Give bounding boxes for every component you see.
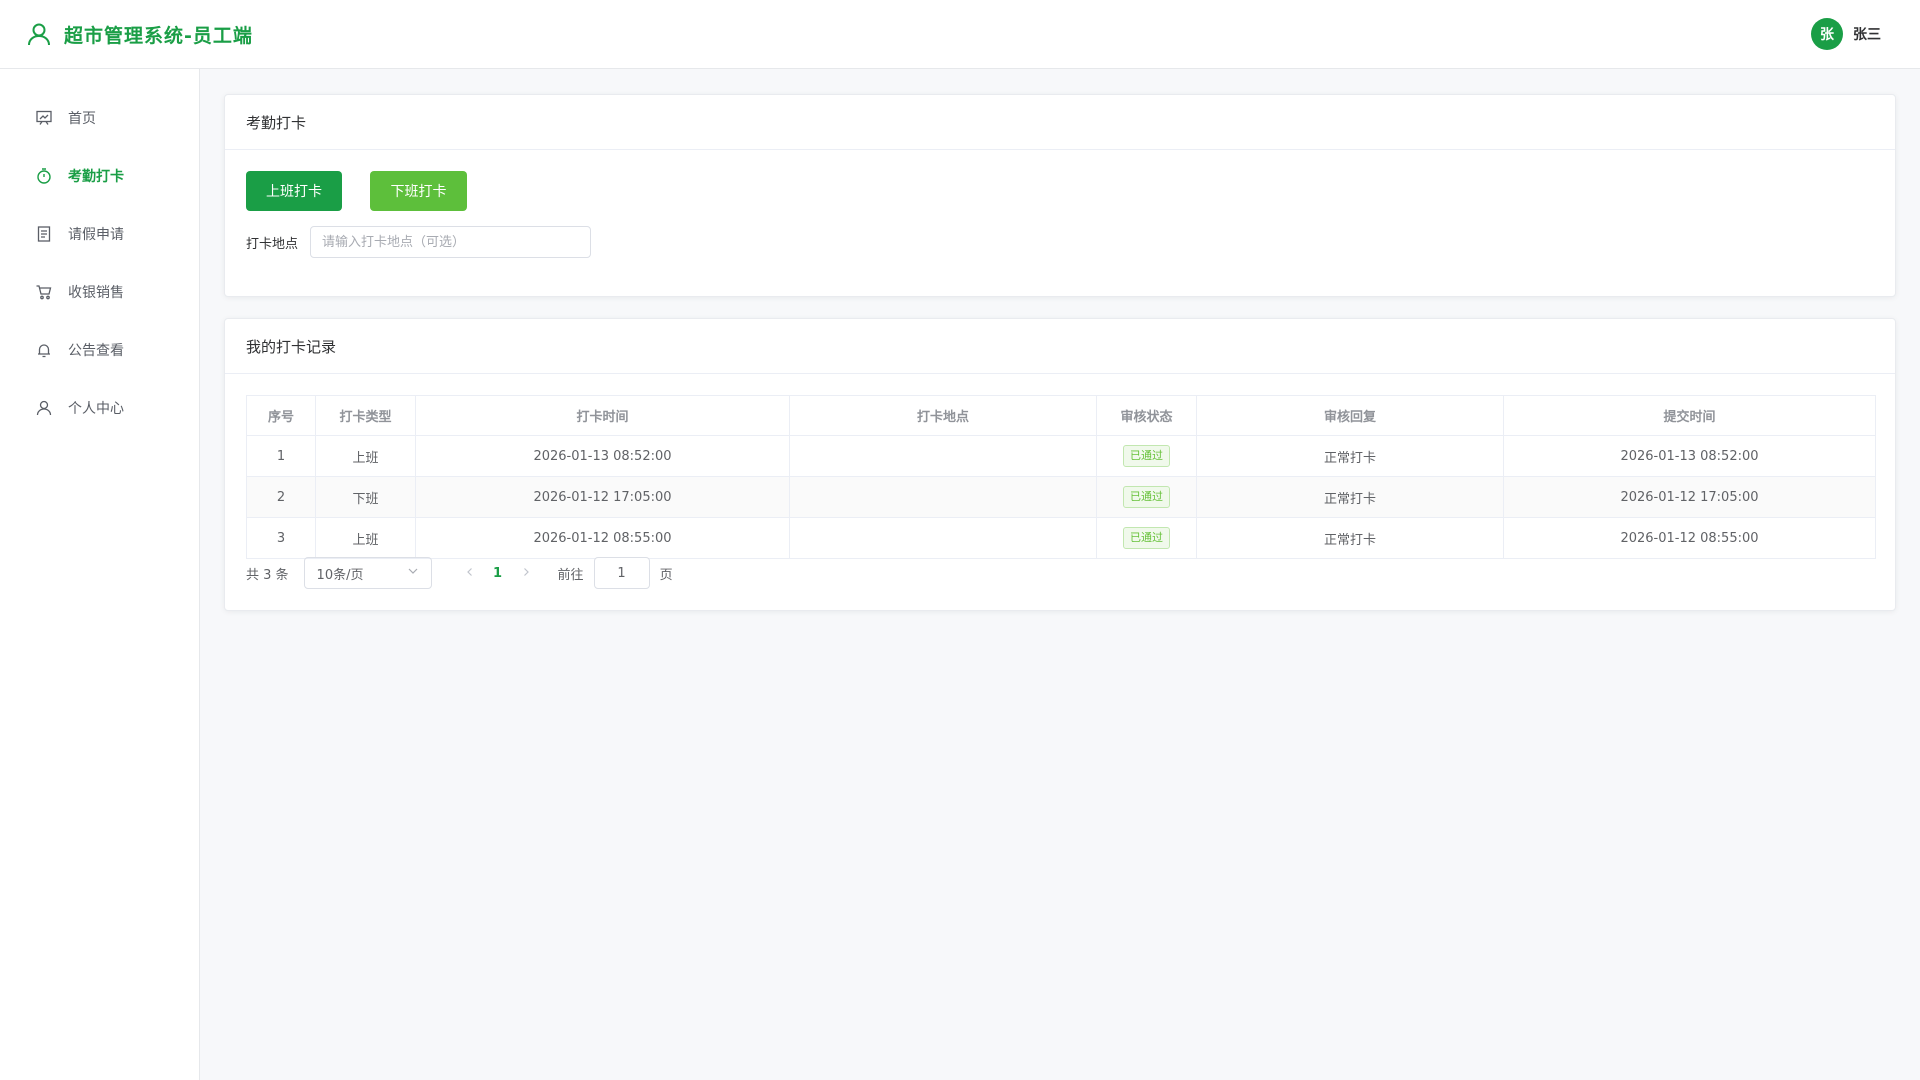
user-menu[interactable]: 张 张三	[1811, 18, 1881, 50]
col-type: 打卡类型	[315, 395, 416, 436]
cell-type: 下班	[315, 476, 416, 518]
cell-type: 上班	[315, 435, 416, 477]
clock-in-button[interactable]: 上班打卡	[246, 171, 342, 211]
stopwatch-icon	[35, 167, 53, 185]
page-number[interactable]: 1	[484, 566, 512, 581]
presentation-board-icon	[35, 109, 53, 127]
sidebar-item-attendance[interactable]: 考勤打卡	[0, 147, 199, 205]
sidebar-item-label: 首页	[68, 111, 96, 127]
sidebar-item-label: 请假申请	[68, 227, 124, 243]
goto-page-input[interactable]	[593, 557, 650, 589]
user-icon	[35, 399, 53, 417]
app-title: 超市管理系统-员工端	[64, 24, 253, 47]
col-submitted: 提交时间	[1503, 395, 1876, 436]
records-table: 序号 打卡类型 打卡时间 打卡地点 审核状态 审核回复 提交时间 1 上班 20…	[246, 395, 1876, 559]
page-size-value: 10条/页	[316, 567, 364, 583]
status-badge: 已通过	[1123, 527, 1170, 549]
cell-status: 已通过	[1096, 517, 1197, 559]
cell-index: 2	[246, 476, 316, 518]
bell-icon	[35, 341, 53, 359]
sidebar: 首页 考勤打卡 请假申请 收银销售 公告查看 个人中心	[0, 69, 200, 1080]
brand: 超市管理系统-员工端	[26, 21, 253, 48]
sidebar-item-notice[interactable]: 公告查看	[0, 321, 199, 379]
sidebar-item-profile[interactable]: 个人中心	[0, 379, 199, 437]
col-location: 打卡地点	[789, 395, 1097, 436]
pagination: 共 3 条 10条/页 1 前往 页	[246, 557, 673, 589]
records-card-title: 我的打卡记录	[225, 319, 1895, 374]
cell-submitted: 2026-01-12 17:05:00	[1503, 476, 1876, 518]
pagination-total: 共 3 条	[246, 567, 289, 583]
chevron-down-icon	[407, 565, 419, 581]
table-header-row: 序号 打卡类型 打卡时间 打卡地点 审核状态 审核回复 提交时间	[246, 395, 1876, 436]
shopping-cart-icon	[35, 283, 53, 301]
cell-reply: 正常打卡	[1196, 476, 1504, 518]
sidebar-item-label: 考勤打卡	[68, 169, 124, 185]
avatar[interactable]: 张	[1811, 18, 1843, 50]
table-row: 2 下班 2026-01-12 17:05:00 已通过 正常打卡 2026-0…	[246, 476, 1876, 518]
location-label: 打卡地点	[246, 236, 299, 252]
location-input[interactable]	[310, 226, 592, 258]
cell-status: 已通过	[1096, 435, 1197, 477]
top-header: 超市管理系统-员工端 张 张三	[0, 0, 1920, 69]
cell-reply: 正常打卡	[1196, 435, 1504, 477]
prev-page-icon[interactable]	[456, 565, 484, 581]
goto-label: 前往	[557, 567, 584, 583]
cell-index: 3	[246, 517, 316, 559]
cell-status: 已通过	[1096, 476, 1197, 518]
status-badge: 已通过	[1123, 486, 1170, 508]
cell-time: 2026-01-12 08:55:00	[415, 517, 790, 559]
status-badge: 已通过	[1123, 445, 1170, 467]
cell-reply: 正常打卡	[1196, 517, 1504, 559]
document-icon	[35, 225, 53, 243]
page-size-select[interactable]: 10条/页	[303, 557, 432, 589]
user-outline-icon	[26, 21, 52, 47]
col-index: 序号	[246, 395, 316, 436]
sidebar-item-leave[interactable]: 请假申请	[0, 205, 199, 263]
col-status: 审核状态	[1096, 395, 1197, 436]
page-suffix: 页	[659, 567, 673, 583]
sidebar-item-home[interactable]: 首页	[0, 89, 199, 147]
clock-card-title: 考勤打卡	[225, 95, 1895, 150]
cell-location	[789, 517, 1097, 559]
cell-submitted: 2026-01-12 08:55:00	[1503, 517, 1876, 559]
sidebar-item-label: 个人中心	[68, 401, 124, 417]
cell-index: 1	[246, 435, 316, 477]
sidebar-item-cashier[interactable]: 收银销售	[0, 263, 199, 321]
clock-card: 考勤打卡 上班打卡 下班打卡 打卡地点	[224, 94, 1896, 297]
cell-time: 2026-01-13 08:52:00	[415, 435, 790, 477]
clock-out-button[interactable]: 下班打卡	[370, 171, 467, 211]
table-row: 1 上班 2026-01-13 08:52:00 已通过 正常打卡 2026-0…	[246, 435, 1876, 477]
cell-location	[789, 435, 1097, 477]
cell-submitted: 2026-01-13 08:52:00	[1503, 435, 1876, 477]
cell-time: 2026-01-12 17:05:00	[415, 476, 790, 518]
table-row: 3 上班 2026-01-12 08:55:00 已通过 正常打卡 2026-0…	[246, 517, 1876, 559]
records-card: 我的打卡记录 序号 打卡类型 打卡时间 打卡地点 审核状态 审核回复 提交时间 …	[224, 318, 1896, 611]
sidebar-item-label: 公告查看	[68, 343, 124, 359]
cell-location	[789, 476, 1097, 518]
user-name[interactable]: 张三	[1853, 24, 1881, 44]
col-time: 打卡时间	[415, 395, 790, 436]
col-reply: 审核回复	[1196, 395, 1504, 436]
sidebar-item-label: 收银销售	[68, 285, 124, 301]
next-page-icon[interactable]	[512, 565, 540, 581]
cell-type: 上班	[315, 517, 416, 559]
